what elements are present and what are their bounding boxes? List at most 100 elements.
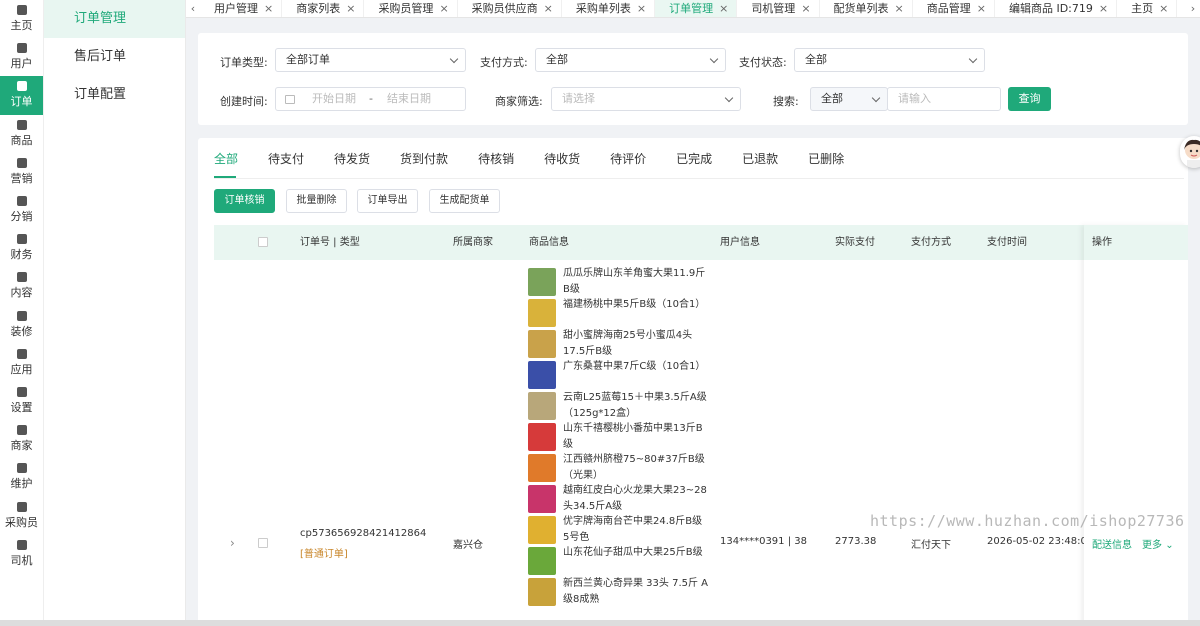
search-label: 搜索: [773, 95, 799, 108]
page-tab-8[interactable]: 商品管理 × [913, 0, 995, 17]
status-tab-4[interactable]: 待核销 [478, 150, 514, 178]
rail-item-12[interactable]: 维护 [0, 458, 43, 496]
page-tab-label: 配货单列表 [833, 1, 889, 15]
rail-item-6[interactable]: 财务 [0, 229, 43, 267]
status-tab-3[interactable]: 货到付款 [400, 150, 448, 178]
rail-item-9[interactable]: 应用 [0, 344, 43, 382]
close-icon[interactable]: × [801, 2, 810, 15]
close-icon[interactable]: × [895, 2, 904, 15]
batch-delete-button[interactable]: 批量删除 [286, 189, 347, 213]
driver-icon [16, 539, 27, 550]
tabs-scroll-left-icon[interactable]: ‹ [186, 2, 200, 15]
generate-picklist-button[interactable]: 生成配货单 [429, 189, 500, 213]
verify-order-button[interactable]: 订单核销 [214, 189, 275, 213]
rail-item-2[interactable]: 订单 [0, 76, 43, 115]
page-tab-1[interactable]: 商家列表 × [282, 0, 365, 17]
status-tab-6[interactable]: 待评价 [610, 150, 646, 178]
goods-item: 山东千禧樱桃小番茄中果13斤B级 [528, 421, 708, 452]
page-tab-9[interactable]: 编辑商品 ID:719 × [995, 0, 1118, 17]
active-tab-indicator [214, 176, 236, 178]
expand-row-icon[interactable]: › [230, 536, 235, 550]
query-button[interactable]: 查询 [1008, 87, 1051, 111]
rail-item-14[interactable]: 司机 [0, 535, 43, 573]
status-tab-2[interactable]: 待发货 [334, 150, 370, 178]
rail-item-10[interactable]: 设置 [0, 382, 43, 420]
submenu-item-2[interactable]: 订单配置 [44, 76, 185, 114]
rail-item-label: 订单 [10, 95, 33, 109]
status-tab-5[interactable]: 待收货 [544, 150, 580, 178]
page-tab-10[interactable]: 主页 × [1117, 0, 1178, 17]
rail-item-label: 装修 [10, 324, 33, 338]
page-tab-0[interactable]: 用户管理 × [200, 0, 283, 17]
close-icon[interactable]: × [977, 2, 986, 15]
more-menu-link[interactable]: 更多 ⌄ [1142, 536, 1174, 551]
rail-item-4[interactable]: 营销 [0, 153, 43, 191]
watermark: https://www.huzhan.com/ishop27736 [870, 512, 1185, 530]
col-order-no: 订单号 | 类型 [300, 237, 360, 248]
select-all-checkbox[interactable] [258, 237, 268, 247]
rail-item-1[interactable]: 用户 [0, 38, 43, 76]
rail-item-11[interactable]: 商家 [0, 420, 43, 458]
merchant-icon [16, 425, 27, 436]
close-icon[interactable]: × [439, 2, 448, 15]
rail-item-8[interactable]: 装修 [0, 306, 43, 344]
status-tab-7[interactable]: 已完成 [676, 150, 712, 178]
rail-item-label: 商家 [10, 439, 33, 453]
order-type-value: 全部订单 [286, 53, 330, 66]
chevron-down-icon [449, 54, 459, 64]
goods-item: 优字牌海南台芒中果24.8斤B级5号色 [528, 514, 708, 545]
page-tab-2[interactable]: 采购员管理 × [364, 0, 458, 17]
col-merchant: 所属商家 [453, 237, 493, 248]
rail-item-7[interactable]: 内容 [0, 267, 43, 305]
status-tab-8[interactable]: 已退款 [742, 150, 778, 178]
decor-icon [16, 310, 27, 321]
close-icon[interactable]: × [637, 2, 646, 15]
row-checkbox[interactable] [258, 538, 268, 548]
status-tabs-divider [214, 178, 1184, 179]
status-tab-1[interactable]: 待支付 [268, 150, 304, 178]
pay-status-value: 全部 [805, 53, 827, 66]
status-tab-0[interactable]: 全部 [214, 150, 238, 178]
goods-list: 瓜瓜乐牌山东羊角蜜大果11.9斤B级 福建杨桃中果5斤B级（10合1） 甜小蜜牌海南… [528, 266, 708, 607]
status-tab-9[interactable]: 已删除 [808, 150, 844, 178]
close-icon[interactable]: × [264, 2, 273, 15]
date-range-picker[interactable]: 开始日期 - 结束日期 [275, 87, 466, 111]
order-type-select[interactable]: 全部订单 [275, 48, 466, 72]
submenu-item-1[interactable]: 售后订单 [44, 38, 185, 76]
page-tab-3[interactable]: 采购员供应商 × [458, 0, 562, 17]
page-tab-4[interactable]: 采购单列表 × [562, 0, 656, 17]
merchant-placeholder: 请选择 [562, 92, 595, 105]
status-tabs: 全部 待支付 待发货 货到付款 待核销 待收货 待评价 已完成 已退款 已删除 [214, 150, 874, 178]
gear-icon [16, 386, 27, 397]
rail-item-0[interactable]: 主页 [0, 0, 43, 38]
close-icon[interactable]: × [719, 2, 728, 15]
close-icon[interactable]: × [1099, 2, 1108, 15]
pay-status-select[interactable]: 全部 [794, 48, 985, 72]
content-icon [16, 272, 27, 283]
goods-item: 广东桑葚中果7斤C级（10合1） [528, 359, 708, 390]
close-icon[interactable]: × [544, 2, 553, 15]
support-avatar[interactable] [1180, 136, 1200, 168]
rail-item-3[interactable]: 商品 [0, 115, 43, 153]
bottom-scrollbar[interactable] [0, 620, 1200, 626]
page-tab-6[interactable]: 司机管理 × [737, 0, 820, 17]
export-orders-button[interactable]: 订单导出 [357, 189, 418, 213]
rail-item-5[interactable]: 分销 [0, 191, 43, 229]
rail-item-13[interactable]: 采购员 [0, 496, 43, 534]
pay-status-label: 支付状态: [739, 56, 787, 69]
close-icon[interactable]: × [346, 2, 355, 15]
avatar-icon [1184, 139, 1200, 168]
tabs-scroll-right-icon[interactable]: › [1186, 2, 1200, 15]
start-date-placeholder: 开始日期 [312, 92, 356, 105]
search-scope-select[interactable]: 全部 [810, 87, 888, 111]
merchant-select[interactable]: 请选择 [551, 87, 741, 111]
delivery-info-link[interactable]: 配送信息 [1092, 536, 1132, 551]
rail-item-label: 主页 [10, 19, 33, 33]
page-tab-5[interactable]: 订单管理 × [655, 0, 738, 17]
page-tab-7[interactable]: 配货单列表 × [820, 0, 913, 17]
submenu-item-0[interactable]: 订单管理 [44, 0, 185, 38]
pay-method-select[interactable]: 全部 [535, 48, 726, 72]
close-icon[interactable]: × [1159, 2, 1168, 15]
product-icon [16, 119, 27, 130]
search-input[interactable]: 请输入 [887, 87, 1001, 111]
